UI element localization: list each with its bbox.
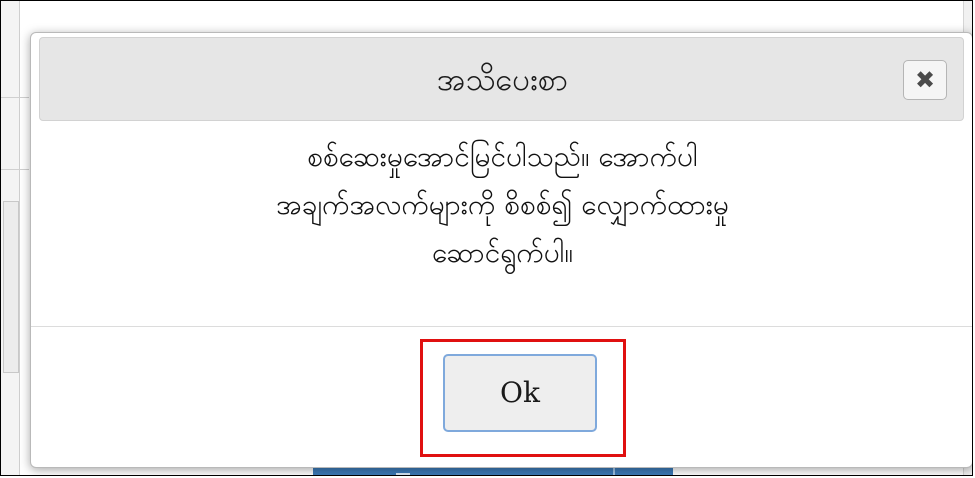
- dialog-header: အသိပေးစာ ✖: [39, 37, 964, 121]
- background-divider: [1, 97, 29, 98]
- background-panel: [3, 201, 19, 373]
- background-divider: [1, 169, 29, 170]
- message-line: ဆောင်ရွက်ပါ။: [432, 236, 573, 269]
- ok-button[interactable]: Ok: [443, 354, 597, 432]
- dialog-title: အသိပေးစာ: [437, 62, 568, 98]
- alert-dialog: အသိပေးစာ ✖ စစ်ဆေးမှုအောင်မြင်ပါသည်။ အောက…: [30, 32, 972, 468]
- message-line: စစ်ဆေးမှုအောင်မြင်ပါသည်။ အောက်ပါ: [307, 140, 698, 173]
- close-icon: ✖: [914, 66, 936, 94]
- message-line: အချက်အလက်များကို စိစစ်၍ လျှောက်ထားမှု: [276, 188, 729, 221]
- dialog-message: စစ်ဆေးမှုအောင်မြင်ပါသည်။ အောက်ပါ အချက်အလ…: [51, 133, 954, 313]
- screenshot-frame: အသိပေးစာ ✖ စစ်ဆေးမှုအောင်မြင်ပါသည်။ အောက…: [0, 0, 973, 476]
- dialog-footer-divider: [31, 326, 972, 327]
- close-button[interactable]: ✖: [903, 60, 947, 100]
